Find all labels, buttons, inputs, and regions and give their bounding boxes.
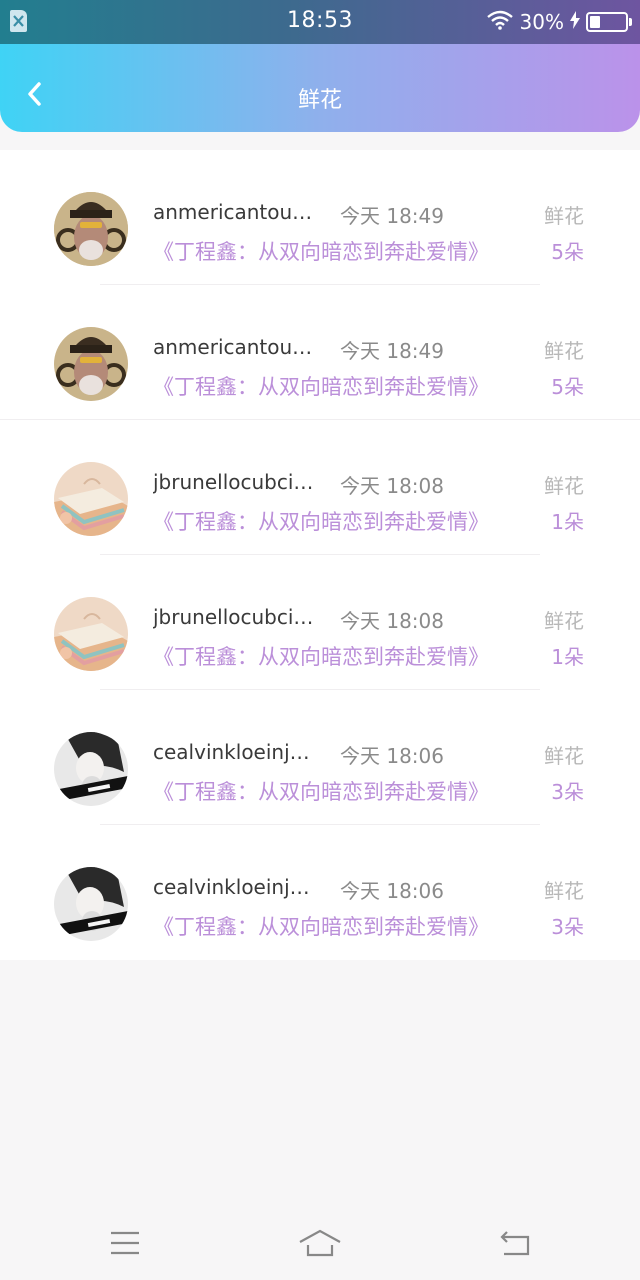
timestamp: 今天 18:06 xyxy=(340,879,444,903)
user-name[interactable]: cealvinkloeinj… xyxy=(153,740,323,764)
gift-type: 鲜花 xyxy=(544,879,584,903)
list-item[interactable]: anmericantou… 今天 18:49 鲜花 《丁程鑫：从双向暗恋到奔赴爱… xyxy=(0,150,640,285)
list-item[interactable]: jbrunellocubci… 今天 18:08 鲜花 《丁程鑫：从双向暗恋到奔… xyxy=(0,420,640,555)
article-link[interactable]: 《丁程鑫：从双向暗恋到奔赴爱情》 xyxy=(153,776,489,806)
article-link[interactable]: 《丁程鑫：从双向暗恋到奔赴爱情》 xyxy=(153,371,489,401)
page-title: 鲜花 xyxy=(297,88,342,113)
list-item[interactable]: anmericantou… 今天 18:49 鲜花 《丁程鑫：从双向暗恋到奔赴爱… xyxy=(0,285,640,420)
article-link[interactable]: 《丁程鑫：从双向暗恋到奔赴爱情》 xyxy=(153,236,489,266)
article-link[interactable]: 《丁程鑫：从双向暗恋到奔赴爱情》 xyxy=(153,911,489,941)
avatar[interactable] xyxy=(54,597,128,671)
flower-count: 3朵 xyxy=(551,780,584,804)
menu-button[interactable] xyxy=(100,1223,150,1263)
timestamp: 今天 18:06 xyxy=(340,744,444,768)
avatar[interactable] xyxy=(54,732,128,806)
battery-icon xyxy=(586,12,632,32)
battery-percent: 30% xyxy=(519,10,564,34)
timestamp: 今天 18:08 xyxy=(340,474,444,498)
menu-icon xyxy=(111,1231,139,1255)
return-button[interactable] xyxy=(490,1223,540,1263)
home-icon xyxy=(299,1229,341,1257)
user-name[interactable]: jbrunellocubci… xyxy=(153,470,323,494)
list-item[interactable]: cealvinkloeinj… 今天 18:06 鲜花 《丁程鑫：从双向暗恋到奔… xyxy=(0,825,640,960)
flower-count: 3朵 xyxy=(551,915,584,939)
gift-type: 鲜花 xyxy=(544,744,584,768)
user-name[interactable]: jbrunellocubci… xyxy=(153,605,323,629)
wifi-icon xyxy=(486,10,514,35)
home-button[interactable] xyxy=(295,1223,345,1263)
user-name[interactable]: anmericantou… xyxy=(153,335,323,359)
timestamp: 今天 18:49 xyxy=(340,339,444,363)
gift-type: 鲜花 xyxy=(544,474,584,498)
app-header: 18:53 30% 鲜花 xyxy=(0,0,640,132)
flower-count: 1朵 xyxy=(551,645,584,669)
user-name[interactable]: cealvinkloeinj… xyxy=(153,875,323,899)
user-name[interactable]: anmericantou… xyxy=(153,200,323,224)
gift-type: 鲜花 xyxy=(544,609,584,633)
list-item[interactable]: jbrunellocubci… 今天 18:08 鲜花 《丁程鑫：从双向暗恋到奔… xyxy=(0,555,640,690)
status-bar: 18:53 30% xyxy=(0,0,640,44)
return-icon xyxy=(500,1231,530,1256)
gift-type: 鲜花 xyxy=(544,204,584,228)
list-item[interactable]: cealvinkloeinj… 今天 18:06 鲜花 《丁程鑫：从双向暗恋到奔… xyxy=(0,690,640,825)
system-nav-bar xyxy=(0,1205,640,1280)
flower-count: 5朵 xyxy=(551,240,584,264)
flower-count: 5朵 xyxy=(551,375,584,399)
avatar[interactable] xyxy=(54,327,128,401)
avatar[interactable] xyxy=(54,867,128,941)
flower-list: anmericantou… 今天 18:49 鲜花 《丁程鑫：从双向暗恋到奔赴爱… xyxy=(0,150,640,960)
gift-type: 鲜花 xyxy=(544,339,584,363)
avatar[interactable] xyxy=(54,192,128,266)
charging-icon xyxy=(570,10,580,34)
article-link[interactable]: 《丁程鑫：从双向暗恋到奔赴爱情》 xyxy=(153,641,489,671)
timestamp: 今天 18:49 xyxy=(340,204,444,228)
article-link[interactable]: 《丁程鑫：从双向暗恋到奔赴爱情》 xyxy=(153,506,489,536)
avatar[interactable] xyxy=(54,462,128,536)
battery-fill xyxy=(590,16,600,28)
timestamp: 今天 18:08 xyxy=(340,609,444,633)
flower-count: 1朵 xyxy=(551,510,584,534)
